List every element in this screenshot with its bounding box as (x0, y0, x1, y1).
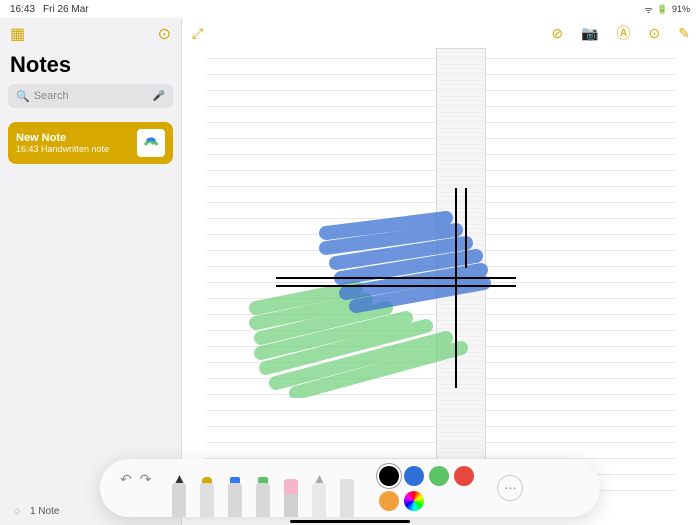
note-list-item[interactable]: New Note 16:43 Handwritten note (8, 122, 173, 164)
notes-sidebar: ▦ ⊙ Notes 🔍 Search 🎤 New Note 16:43 Hand… (0, 18, 182, 525)
home-indicator[interactable] (290, 520, 410, 523)
redo-button[interactable]: ↷ (140, 471, 152, 488)
battery-percent: 91% (672, 4, 690, 14)
color-green[interactable] (429, 466, 449, 486)
mic-icon[interactable]: 🎤 (153, 91, 165, 102)
status-bar: 16:43 Fri 26 Mar ᯤ 🔋 91% (0, 0, 700, 18)
more-options-icon[interactable]: ⊙ (158, 24, 171, 44)
note-count: 1 Note (30, 506, 59, 517)
color-picker[interactable] (404, 491, 424, 511)
color-orange[interactable] (379, 491, 399, 511)
more-tools-button[interactable]: ⋯ (497, 475, 523, 501)
note-subtitle: 16:43 Handwritten note (16, 144, 137, 154)
checklist-icon[interactable]: ⊘ (551, 25, 563, 42)
sync-icon: ◌ (14, 506, 20, 517)
marker-tool[interactable] (197, 469, 217, 517)
wifi-icon: ᯤ (645, 3, 653, 16)
note-title: New Note (16, 132, 137, 144)
status-time: 16:43 (10, 4, 35, 15)
search-input[interactable]: 🔍 Search 🎤 (8, 84, 173, 108)
markup-icon[interactable]: Ⓐ (617, 23, 631, 43)
color-blue[interactable] (404, 466, 424, 486)
compose-icon[interactable]: ✎ (678, 25, 690, 42)
color-black[interactable] (379, 466, 399, 486)
search-icon: 🔍 (16, 90, 30, 103)
share-icon[interactable]: ⊙ (649, 25, 661, 42)
lined-paper[interactable]: for(let i=0;i<28;i++)document.write('<di… (206, 48, 676, 525)
status-date: Fri 26 Mar (43, 4, 89, 15)
battery-icon: 🔋 (657, 4, 668, 15)
pencil-tool[interactable] (309, 469, 329, 517)
ruler-tool[interactable] (436, 48, 486, 478)
color-swatches (379, 459, 489, 517)
fullscreen-icon[interactable]: ⤢ (192, 25, 203, 42)
color-red[interactable] (454, 466, 474, 486)
canvas-toolbar: ⤢ ⊘ 📷 Ⓐ ⊙ ✎ (182, 18, 700, 48)
note-canvas-area: ⤢ ⊘ 📷 Ⓐ ⊙ ✎ for(let i=0;i<28;i++)documen… (182, 18, 700, 525)
pen-tool[interactable] (169, 469, 189, 517)
tool-palette[interactable]: ↶ ↷ ⋯ (100, 459, 600, 517)
search-placeholder: Search (34, 90, 153, 102)
camera-icon[interactable]: 📷 (581, 25, 598, 42)
highlighter-blue-tool[interactable] (225, 469, 245, 517)
eraser-tool[interactable] (281, 469, 301, 517)
view-toggle-icon[interactable]: ▦ (10, 24, 25, 44)
ruler-button[interactable] (337, 469, 357, 517)
highlighter-green-tool[interactable] (253, 469, 273, 517)
sidebar-title: Notes (0, 50, 181, 84)
note-thumbnail (137, 129, 165, 157)
undo-button[interactable]: ↶ (120, 471, 132, 488)
